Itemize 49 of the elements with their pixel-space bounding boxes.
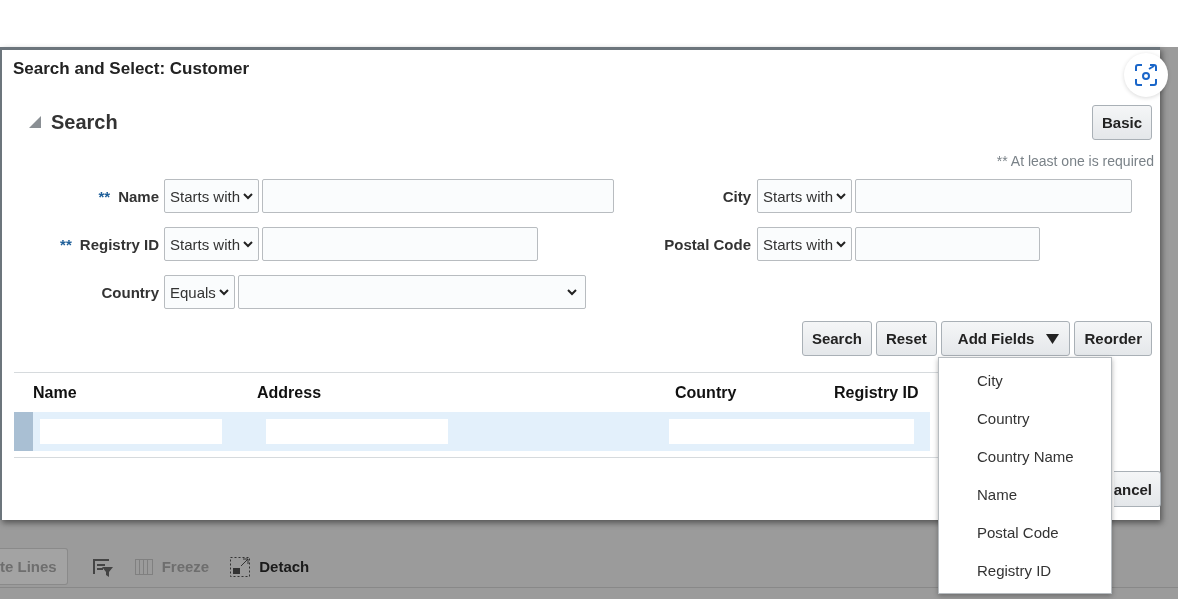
column-header[interactable]: Country [675, 383, 834, 402]
input-field[interactable] [262, 179, 615, 213]
action-button[interactable]: Search [801, 321, 872, 356]
field-label: Postal Code [664, 235, 751, 253]
disclosure-icon[interactable] [28, 115, 42, 129]
detach-icon[interactable] [229, 555, 252, 578]
operator-dropdown[interactable]: Starts with [757, 227, 853, 261]
menu-item[interactable]: Registry ID [939, 551, 1111, 589]
field-label: Country [101, 283, 159, 301]
dialog-title: Search and Select: Customer [13, 59, 250, 80]
country-dropdown[interactable] [237, 275, 586, 309]
chevron-down-icon [218, 288, 229, 296]
operator-dropdown[interactable]: Equals [164, 275, 235, 309]
field-label: Name [118, 187, 159, 205]
chevron-down-icon [836, 192, 847, 200]
camera-icon[interactable] [1134, 63, 1158, 87]
cancel-button[interactable]: ancel [1113, 471, 1161, 507]
chevron-down-icon [243, 240, 254, 248]
menu-item[interactable]: Postal Code [939, 513, 1111, 551]
column-header[interactable]: Address [257, 383, 675, 402]
required-mark: ** [98, 187, 111, 205]
menu-item[interactable]: Name [939, 475, 1111, 513]
action-button[interactable]: Reset [875, 321, 937, 356]
field-label: Registry ID [79, 235, 159, 253]
input-field[interactable] [855, 227, 1041, 261]
operator-dropdown[interactable]: Starts with [757, 179, 853, 213]
action-button[interactable]: Reorder [1074, 321, 1152, 356]
menu-item[interactable]: City [939, 361, 1111, 399]
input-field[interactable] [262, 227, 539, 261]
columns-icon[interactable] [133, 556, 154, 577]
add-fields-button[interactable]: Add Fields [940, 321, 1071, 356]
operator-dropdown[interactable]: Starts with [164, 227, 260, 261]
section-title: Search [51, 110, 119, 134]
chevron-down-icon [836, 240, 847, 248]
column-header[interactable]: Name [33, 383, 257, 402]
column-header[interactable]: Registry ID [834, 383, 940, 402]
chevron-down-icon [566, 288, 577, 296]
field-label: City [722, 187, 751, 205]
operator-dropdown[interactable]: Starts with [164, 179, 260, 213]
menu-item[interactable]: Country [939, 399, 1111, 437]
required-mark: ** [60, 235, 72, 253]
required-note: ** At least one is required [995, 153, 1155, 169]
menu-item[interactable]: Country Name [939, 437, 1111, 475]
table-row[interactable] [14, 412, 930, 451]
input-field[interactable] [855, 179, 1133, 213]
filter-icon[interactable] [91, 556, 114, 577]
detach-label[interactable]: Detach [259, 558, 310, 575]
basic-button[interactable]: Basic [1091, 104, 1152, 140]
chevron-down-icon [243, 192, 254, 200]
